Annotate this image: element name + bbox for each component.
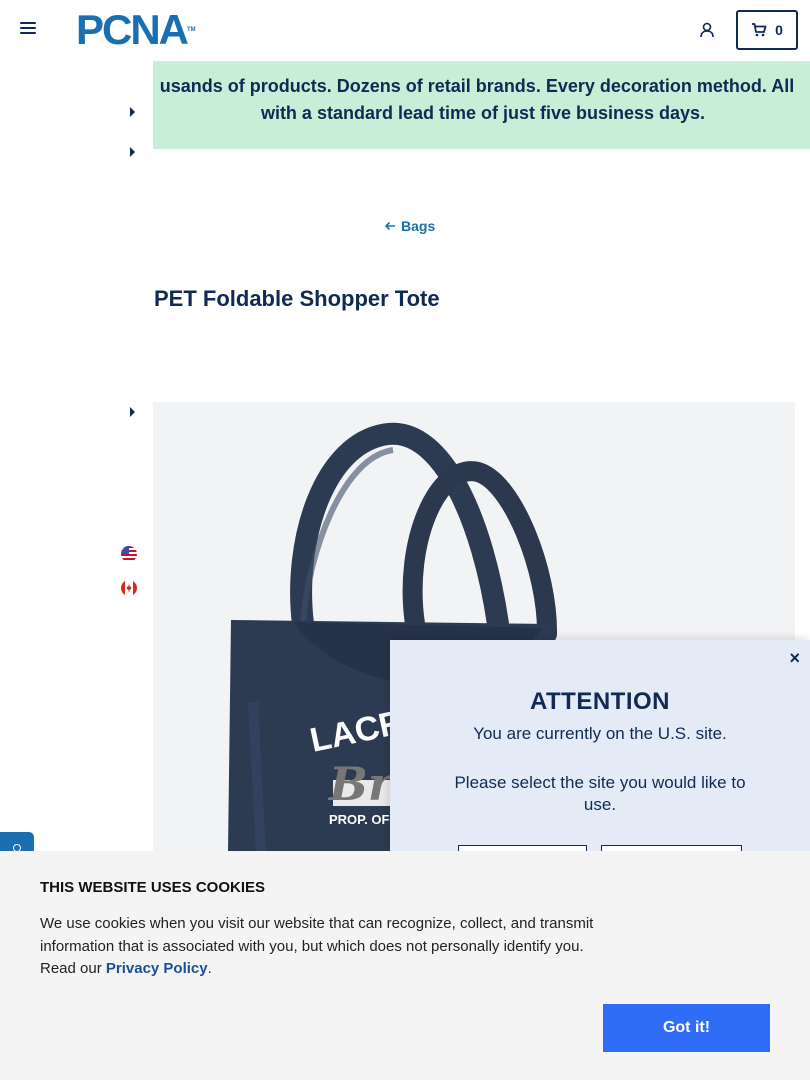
modal-message-select-site: Please select the site you would like to… bbox=[454, 773, 746, 814]
modal-close-icon[interactable]: × bbox=[789, 648, 800, 669]
logo-text: PCNA bbox=[76, 6, 189, 53]
site-header: PCNATM 0 bbox=[0, 0, 810, 60]
cart-icon bbox=[752, 23, 767, 37]
arrow-left-icon bbox=[384, 221, 395, 231]
modal-message-current-site: You are currently on the U.S. site. bbox=[473, 724, 727, 743]
privacy-policy-link[interactable]: Privacy Policy bbox=[106, 960, 208, 977]
banner-line-2: with a standard lead time of just five b… bbox=[260, 103, 706, 123]
banner-line-1: usands of products. Dozens of retail bra… bbox=[159, 76, 795, 96]
menu-icon[interactable] bbox=[20, 22, 36, 36]
side-arrow-1[interactable] bbox=[130, 107, 135, 117]
cookie-period: . bbox=[207, 960, 212, 977]
product-title: PET Foldable Shopper Tote bbox=[154, 286, 440, 311]
cart-button[interactable]: 0 bbox=[736, 10, 798, 50]
bag-print-line-3: PROP. OF bbox=[329, 812, 390, 827]
us-flag-icon[interactable] bbox=[121, 546, 137, 562]
user-account-icon[interactable] bbox=[699, 22, 715, 38]
cookie-accept-button[interactable]: Got it! bbox=[603, 1004, 770, 1052]
promo-banner: usands of products. Dozens of retail bra… bbox=[153, 61, 810, 149]
logo-tm: TM bbox=[187, 27, 196, 33]
cookie-text: We use cookies when you visit our websit… bbox=[40, 913, 610, 981]
pcna-logo[interactable]: PCNATM bbox=[76, 9, 196, 51]
side-arrow-3[interactable] bbox=[130, 407, 135, 417]
cart-count: 0 bbox=[775, 22, 783, 38]
side-arrow-2[interactable] bbox=[130, 147, 135, 157]
breadcrumb-label: Bags bbox=[401, 218, 436, 234]
cookie-consent-bar: THIS WEBSITE USES COOKIES We use cookies… bbox=[0, 851, 810, 1080]
breadcrumb-back-link[interactable]: Bags bbox=[384, 218, 435, 234]
banner-text: usands of products. Dozens of retail bra… bbox=[153, 73, 810, 127]
modal-title: ATTENTION bbox=[529, 688, 671, 715]
cookie-title: THIS WEBSITE USES COOKIES bbox=[40, 879, 266, 896]
canada-flag-icon[interactable] bbox=[121, 580, 137, 596]
